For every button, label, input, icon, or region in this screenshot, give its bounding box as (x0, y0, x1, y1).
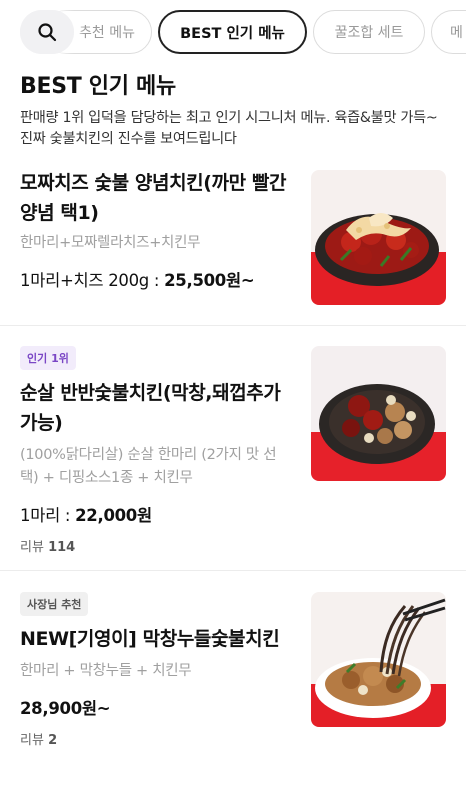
review-label: 리뷰 (20, 540, 44, 555)
menu-item-info: 사장님 추천 NEW[기영이] 막창누들숯불치킨 한마리 + 막창누들 + 치킨… (20, 592, 292, 748)
menu-item-price: 1마리+치즈 200g : 25,500원~ (20, 267, 292, 291)
chicken-photo (311, 346, 446, 481)
tab-label: 꿀조합 세트 (334, 25, 404, 41)
search-button[interactable] (20, 10, 74, 54)
price-prefix: 1마리 : (20, 506, 76, 525)
tab-label: BEST 인기 메뉴 (180, 25, 285, 42)
review-label: 리뷰 (20, 733, 44, 748)
review-count: 리뷰 2 (20, 729, 292, 748)
section-title: BEST 인기 메뉴 (20, 74, 176, 99)
menu-item-price: 1마리 : 22,000원 (20, 502, 292, 526)
owner-pick-badge: 사장님 추천 (20, 592, 89, 616)
menu-item-name: 모짜치즈 숯불 양념치킨(까만 빨간양념 택1) (20, 172, 287, 224)
tab-combo-set[interactable]: 꿀조합 세트 (313, 10, 425, 54)
review-number: 2 (48, 733, 58, 748)
menu-item-description: 한마리+모짜렐라치즈+치킨무 (20, 235, 201, 251)
divider (0, 325, 466, 326)
tab-best[interactable]: BEST 인기 메뉴 (158, 10, 307, 54)
price-value: 28,900원~ (20, 699, 111, 718)
price-value: 25,500원~ (164, 271, 255, 290)
divider (0, 570, 466, 571)
review-count: 리뷰 114 (20, 536, 292, 555)
tab-label: 추천 메뉴 (79, 25, 135, 41)
price-prefix: 1마리+치즈 200g : (20, 271, 165, 290)
category-tabs: 추천 메뉴 BEST 인기 메뉴 꿀조합 세트 메 (0, 10, 466, 54)
menu-item-photo (311, 592, 446, 727)
tab-more[interactable]: 메 (431, 10, 466, 54)
menu-item-info: 인기 1위 순살 반반숯불치킨(막창,돼껍추가가능) (100%닭다리살) 순살… (20, 346, 292, 555)
review-number: 114 (48, 540, 76, 555)
menu-item-description: (100%닭다리살) 순살 한마리 (2가지 맛 선택) + 디핑소스1종 + … (20, 447, 277, 486)
chicken-photo (311, 170, 446, 305)
popular-badge: 인기 1위 (20, 346, 76, 370)
menu-item-description: 한마리 + 막창누들 + 치킨무 (20, 663, 192, 679)
search-icon (38, 23, 57, 42)
menu-item-price: 28,900원~ (20, 695, 292, 719)
menu-item-name: 순살 반반숯불치킨(막창,돼껍추가가능) (20, 382, 281, 434)
tab-label: 메 (450, 25, 463, 41)
price-value: 22,000원 (75, 506, 152, 525)
menu-item-name: NEW[기영이] 막창누들숯불치킨 (20, 628, 280, 650)
menu-item-photo (311, 170, 446, 305)
menu-item-info: 모짜치즈 숯불 양념치킨(까만 빨간양념 택1) 한마리+모짜렐라치즈+치킨무 … (20, 168, 292, 291)
noodle-chicken-photo (311, 592, 446, 727)
section-description: 판매량 1위 입덕을 담당하는 최고 인기 시그니처 메뉴. 육즙&불맛 가득~… (20, 110, 438, 147)
menu-item-photo (311, 346, 446, 481)
